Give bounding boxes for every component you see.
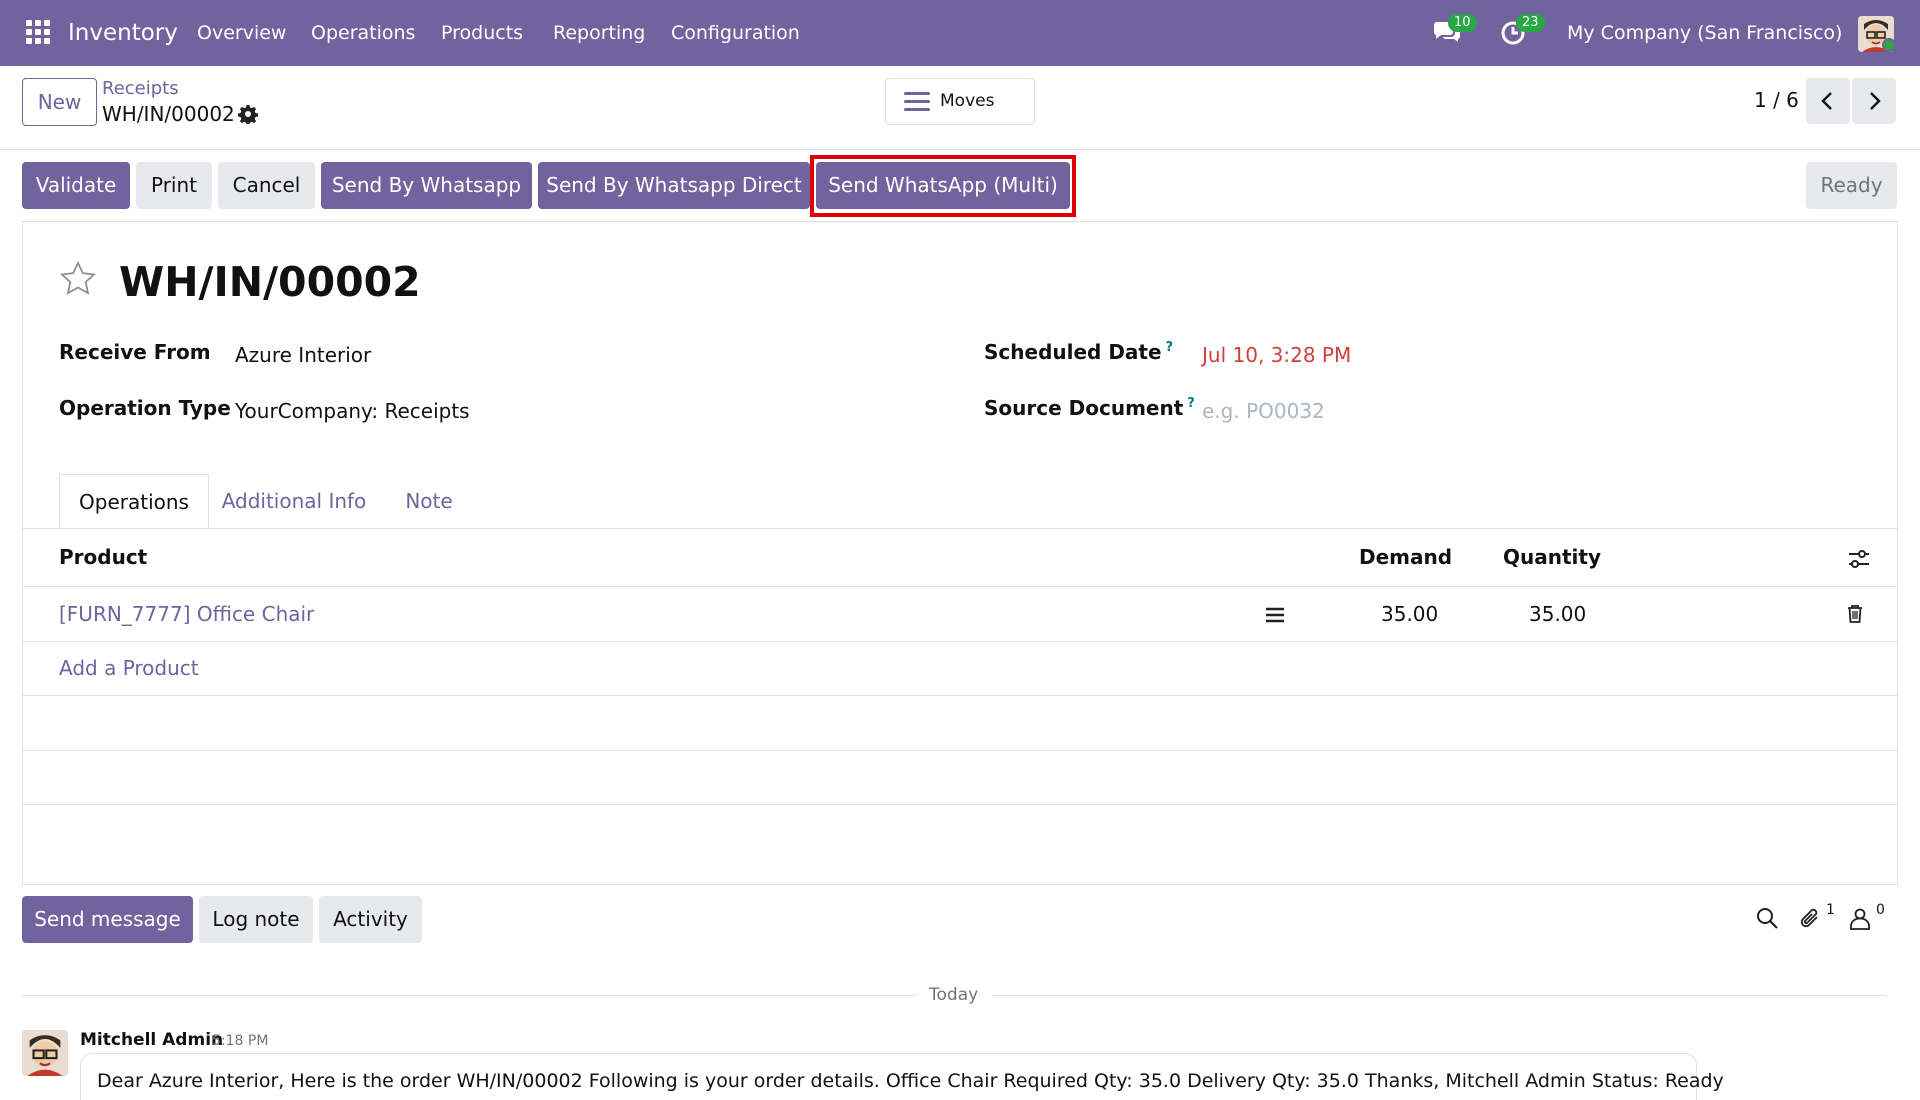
quantity-cell[interactable]: 35.00 xyxy=(1529,602,1586,626)
followers-count: 0 xyxy=(1876,902,1885,918)
log-note-button[interactable]: Log note xyxy=(199,896,313,943)
chevron-left-icon xyxy=(1821,92,1832,110)
scheduled-date-label: Scheduled Date? xyxy=(984,340,1174,364)
receive-from-label: Receive From xyxy=(59,340,211,364)
add-product-link[interactable]: Add a Product xyxy=(59,656,199,680)
send-by-whatsapp-button[interactable]: Send By Whatsapp xyxy=(321,162,532,209)
operation-type-label: Operation Type xyxy=(59,396,231,420)
paperclip-icon[interactable] xyxy=(1798,906,1824,932)
trash-icon[interactable] xyxy=(1846,604,1864,624)
followers-icon[interactable] xyxy=(1848,906,1874,932)
pager-next-button[interactable] xyxy=(1852,78,1896,124)
demand-cell[interactable]: 35.00 xyxy=(1381,602,1438,626)
moves-label: Moves xyxy=(940,91,995,111)
user-face-icon xyxy=(22,1030,68,1076)
online-status-dot xyxy=(1882,38,1896,52)
column-header-demand[interactable]: Demand xyxy=(1359,545,1452,569)
list-icon xyxy=(904,92,930,112)
highlight-box xyxy=(810,155,1076,217)
apps-menu-icon[interactable] xyxy=(26,20,50,44)
attachments-count: 1 xyxy=(1826,902,1835,918)
star-icon[interactable] xyxy=(59,260,97,298)
source-document-input[interactable]: e.g. PO0032 xyxy=(1202,399,1325,423)
menu-configuration[interactable]: Configuration xyxy=(671,0,800,66)
column-header-quantity[interactable]: Quantity xyxy=(1503,545,1601,569)
control-panel: New Receipts WH/IN/00002 Moves 1 / 6 xyxy=(0,66,1920,150)
tab-operations[interactable]: Operations xyxy=(59,474,209,529)
details-icon[interactable] xyxy=(1265,606,1285,624)
moves-smart-button[interactable]: Moves xyxy=(885,78,1035,125)
tab-additional-info[interactable]: Additional Info xyxy=(209,474,379,529)
pager-value[interactable]: 1 / 6 xyxy=(1754,88,1799,112)
table-row-divider xyxy=(23,641,1897,642)
operation-type-value[interactable]: YourCompany: Receipts xyxy=(235,399,470,423)
breadcrumb-current: WH/IN/00002 xyxy=(102,102,235,126)
scheduled-date-value[interactable]: Jul 10, 3:28 PM xyxy=(1202,343,1351,367)
help-tooltip-icon[interactable]: ? xyxy=(1166,340,1174,355)
gear-icon[interactable] xyxy=(238,104,258,124)
menu-products[interactable]: Products xyxy=(441,0,523,66)
validate-button[interactable]: Validate xyxy=(22,162,130,209)
tab-divider xyxy=(23,528,1897,529)
menu-reporting[interactable]: Reporting xyxy=(553,0,645,66)
record-title: WH/IN/00002 xyxy=(119,258,421,306)
app-name[interactable]: Inventory xyxy=(68,0,178,66)
send-message-button[interactable]: Send message xyxy=(22,896,193,943)
date-separator-line xyxy=(22,995,917,996)
messages-count-badge: 10 xyxy=(1448,14,1477,32)
table-row-divider xyxy=(23,804,1897,805)
activities-systray[interactable]: 23 xyxy=(1500,14,1545,48)
search-icon[interactable] xyxy=(1755,906,1781,932)
help-tooltip-icon[interactable]: ? xyxy=(1187,396,1195,411)
pager-previous-button[interactable] xyxy=(1806,78,1850,124)
date-separator: Today xyxy=(929,985,979,1005)
menu-overview[interactable]: Overview xyxy=(197,0,286,66)
author-avatar[interactable] xyxy=(22,1030,68,1076)
top-navbar: Inventory Overview Operations Products R… xyxy=(0,0,1920,66)
menu-operations[interactable]: Operations xyxy=(311,0,415,66)
source-document-label: Source Document? xyxy=(984,396,1195,420)
date-separator-line xyxy=(992,995,1886,996)
message-body: Dear Azure Interior, Here is the order W… xyxy=(80,1053,1724,1100)
activities-count-badge: 23 xyxy=(1516,14,1545,32)
company-switcher[interactable]: My Company (San Francisco) xyxy=(1567,0,1842,66)
print-button[interactable]: Print xyxy=(136,162,212,209)
message-author[interactable]: Mitchell Admin xyxy=(80,1030,223,1050)
status-ready[interactable]: Ready xyxy=(1806,162,1897,209)
activity-button[interactable]: Activity xyxy=(319,896,422,943)
new-button[interactable]: New xyxy=(22,78,97,126)
table-row-divider xyxy=(23,695,1897,696)
message-time: 5:18 PM xyxy=(212,1033,269,1049)
receive-from-value[interactable]: Azure Interior xyxy=(235,343,371,367)
messages-systray[interactable]: 10 xyxy=(1432,14,1477,48)
product-cell[interactable]: [FURN_7777] Office Chair xyxy=(59,602,314,626)
cancel-button[interactable]: Cancel xyxy=(218,162,315,209)
column-header-product[interactable]: Product xyxy=(59,545,147,569)
table-divider xyxy=(23,586,1897,587)
form-sheet: WH/IN/00002 Receive From Azure Interior … xyxy=(22,221,1898,885)
table-row-divider xyxy=(23,750,1897,751)
breadcrumb-receipts[interactable]: Receipts xyxy=(102,78,179,99)
send-by-whatsapp-direct-button[interactable]: Send By Whatsapp Direct xyxy=(538,162,810,209)
chevron-right-icon xyxy=(1870,92,1881,110)
column-settings-icon[interactable] xyxy=(1847,548,1871,570)
tab-note[interactable]: Note xyxy=(379,474,479,529)
